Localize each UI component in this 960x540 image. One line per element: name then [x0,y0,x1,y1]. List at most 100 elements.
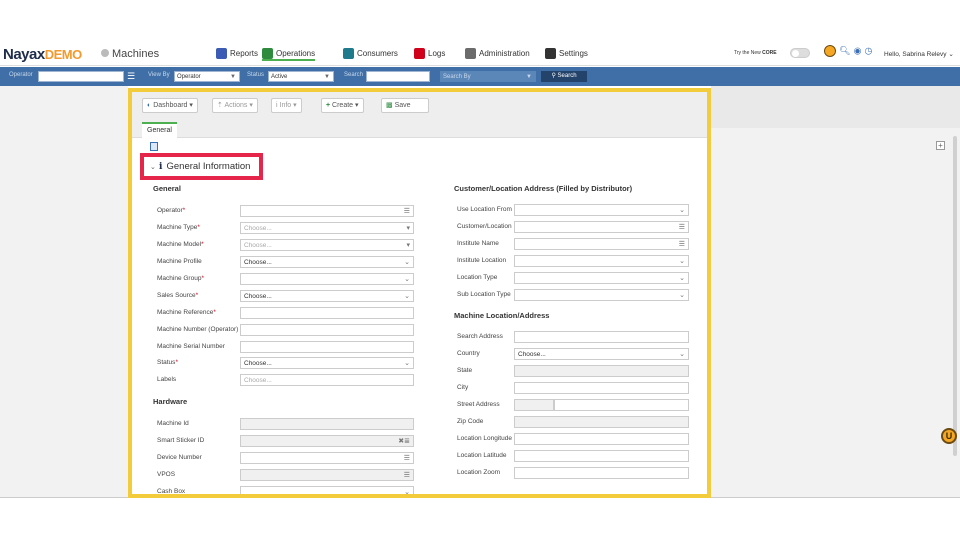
search-button[interactable]: ⚲ Search [541,71,587,82]
general-field[interactable]: Choose... ⌄ [240,290,414,302]
vertical-scrollbar[interactable] [953,136,957,456]
helper-coin-icon[interactable]: U [941,428,957,444]
general-field[interactable] [240,324,414,336]
chevron-icon: ⌄ [679,258,685,265]
nav-reports[interactable]: Reports [216,47,258,61]
nav-label: Administration [479,49,530,58]
create-label: Create [332,102,354,109]
general-field[interactable] [240,307,414,319]
street-number-field[interactable] [514,399,554,411]
actions-label: Actions [224,102,248,109]
nav-consumers[interactable]: Consumers [343,47,398,61]
search-by-placeholder: Search By [443,74,471,80]
general-field[interactable]: Choose... [240,374,414,386]
general-field[interactable]: Choose... ⌄ [240,357,414,369]
hardware-field[interactable]: ✖≣ [240,435,414,447]
save-icon: ▩ [386,102,393,109]
nav-settings[interactable]: Settings [545,47,588,61]
general-field[interactable] [240,341,414,353]
field-value: Choose... [244,360,272,367]
field-label: Country [457,350,480,357]
location-field[interactable] [514,331,689,343]
save-button[interactable]: ▩ Save [381,98,429,113]
chevron-icon: ⌄ [679,275,685,282]
list-icon[interactable]: ☰ [127,71,135,82]
field-label: City [457,384,469,391]
chevron-down-icon: ⌄ [948,51,954,58]
search-icon: ⚲ [551,73,556,79]
left-gutter [0,86,128,498]
general-field[interactable]: ☰ [240,205,414,217]
view-by-select[interactable]: Operator ▼ [174,71,240,82]
field-label: Location Latitude [457,452,507,459]
search-icon[interactable]: 🔍︎ [839,46,850,56]
hardware-field[interactable]: ☰ [240,469,414,481]
general-field[interactable]: Choose... ▾ [240,239,414,251]
location-field[interactable] [514,365,689,377]
general-field[interactable]: Choose... ⌄ [240,256,414,268]
location-field[interactable] [514,416,689,428]
caret-down-icon: ▼ [230,74,236,80]
location-field[interactable]: Choose... ⌄ [514,348,689,360]
hardware-field[interactable]: ⌄ [240,486,414,496]
user-greeting[interactable]: Hello, Sabrina Relevy ⌄ [884,50,954,58]
status-filter-select[interactable]: Active ▼ [268,71,334,82]
operator-filter-input[interactable] [38,71,124,82]
search-by-select[interactable]: Search By ▼ [440,71,536,82]
caret-down-icon: ▾ [189,102,193,109]
location-field[interactable] [514,382,689,394]
status-filter-value: Active [271,74,288,80]
field-label: Customer/Location [457,223,512,230]
general-field[interactable]: Choose... ▾ [240,222,414,234]
customer-group-title: Customer/Location Address (Filled by Dis… [454,184,633,193]
field-label-text: Operator [157,207,183,214]
customer-field[interactable]: ☰ [514,238,689,250]
location-field[interactable] [514,450,689,462]
location-field[interactable] [514,467,689,479]
customer-field[interactable]: ⌄ [514,289,689,301]
clock-icon[interactable]: ◷ [864,46,872,56]
field-label: Status* [157,359,178,366]
field-label: Smart Sticker ID [157,437,205,444]
caret-icon: ▾ [406,225,410,232]
nav-operations[interactable]: Operations [262,47,316,61]
general-field[interactable]: ⌄ [240,273,414,285]
customer-field[interactable]: ⌄ [514,255,689,267]
hardware-field[interactable] [240,418,414,430]
info-button[interactable]: i Info ▾ [271,98,302,113]
nayax-logo[interactable]: NayaxDEMO [3,46,82,63]
brand-demo: DEMO [44,47,83,62]
nav-administration[interactable]: Administration [465,47,530,61]
general-information-header[interactable]: ⌄ i General Information [140,153,263,180]
location-field[interactable] [514,433,689,445]
field-label: Machine Profile [157,258,202,265]
dashboard-button[interactable]: ◐ Dashboard ▾ [142,98,198,113]
field-label: Operator* [157,207,185,214]
search-input[interactable] [366,71,430,82]
field-label-text: Machine Number (Operator) [157,326,239,333]
document-icon[interactable] [150,142,158,151]
chevron-icon: ⌄ [404,489,410,496]
coin-icon[interactable] [824,45,836,58]
top-icons: 🔍︎ ◉ ◷ [824,45,872,58]
caret-down-icon: ▾ [293,102,297,109]
core-toggle[interactable] [790,48,810,58]
field-label: Use Location From [457,206,512,213]
globe-icon[interactable]: ◉ [854,46,862,56]
operator-filter-label: Operator [9,72,33,78]
hardware-field[interactable]: ☰ [240,452,414,464]
tab-general[interactable]: General [142,122,177,138]
customer-field[interactable]: ⌄ [514,204,689,216]
field-label: Location Zoom [457,469,500,476]
brand-name: Nayax [3,46,45,63]
customer-field[interactable]: ☰ [514,221,689,233]
chevron-icon: ⌄ [404,276,410,283]
general-group-title: General [153,184,181,193]
expand-icon[interactable]: + [936,141,945,150]
field-label: Machine Serial Number [157,343,225,350]
street-name-field[interactable] [554,399,689,411]
create-button[interactable]: + Create ▾ [321,98,364,113]
nav-logs[interactable]: Logs [414,47,445,61]
customer-field[interactable]: ⌄ [514,272,689,284]
actions-button[interactable]: ⇡ Actions ▾ [212,98,258,113]
